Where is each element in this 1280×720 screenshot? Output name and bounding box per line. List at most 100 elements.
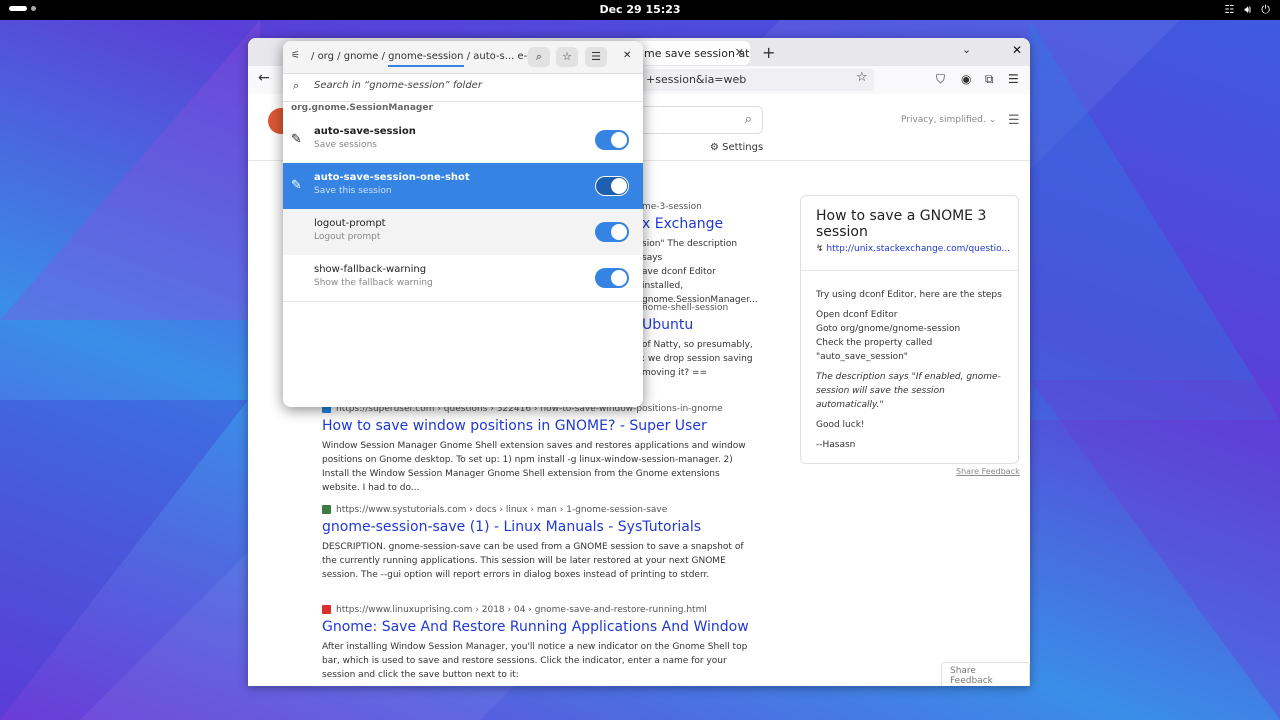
key-toggle[interactable] — [595, 222, 629, 242]
answer-panel: How to save a GNOME 3 session ↯ http://u… — [800, 195, 1019, 464]
key-description: Save sessions — [314, 140, 377, 150]
key-description: Save this session — [314, 186, 392, 196]
toggle-knob — [611, 132, 627, 148]
linuxuprising-favicon — [322, 605, 331, 614]
privacy-label: Privacy, simplified. — [901, 115, 986, 125]
search-icon[interactable]: ⌕ — [745, 112, 752, 127]
top-bar: Dec 29 15:23 ☷ 🔊︎ ⏻ — [0, 0, 1280, 20]
key-row[interactable]: ✎ auto-save-session Save sessions — [283, 117, 643, 164]
search-input[interactable]: ⌕ — [638, 106, 763, 134]
settings-icon: ⚙ — [710, 142, 719, 153]
key-row[interactable]: show-fallback-warning Show the fallback … — [283, 255, 643, 302]
window-close-icon[interactable]: ✕ — [1012, 43, 1022, 57]
answer-title: How to save a GNOME 3 session — [816, 208, 987, 240]
search-icon: ⌕ — [293, 79, 300, 92]
answer-step: Check the property called — [816, 338, 933, 348]
key-name: auto-save-session — [314, 126, 416, 137]
breadcrumb: / org / gnome / gnome-session / auto-s..… — [311, 51, 549, 67]
key-description: Logout prompt — [314, 232, 381, 242]
search-result: https://superuser.com › questions › 3224… — [322, 404, 754, 495]
answer-body: Try using dconf Editor, here are the ste… — [816, 288, 1006, 458]
clock[interactable]: Dec 29 15:23 — [0, 3, 1280, 16]
result-snippet: DESCRIPTION. gnome-session-save can be u… — [322, 542, 744, 580]
toggle-knob — [611, 270, 627, 286]
key-row-selected[interactable]: ✎ auto-save-session-one-shot Save this s… — [283, 163, 643, 210]
power-icon: ⏻ — [1261, 3, 1270, 16]
path-segment-org[interactable]: org — [318, 51, 334, 62]
account-icon[interactable]: ◉ — [961, 72, 971, 86]
dconf-editor-window: ⚟ / org / gnome / gnome-session / auto-s… — [283, 41, 643, 407]
result-title[interactable]: Gnome: Save And Restore Running Applicat… — [322, 619, 754, 635]
result-url[interactable]: https://www.systutorials.com › docs › li… — [336, 505, 667, 515]
answer-step: Open dconf Editor — [816, 310, 898, 320]
new-tab-icon[interactable]: + — [762, 43, 775, 62]
extensions-icon[interactable]: ⧉ — [985, 72, 994, 87]
path-segment-gnome-session[interactable]: gnome-session — [388, 51, 464, 67]
url-text: +session&ia=web — [646, 73, 747, 86]
close-icon[interactable]: ✕ — [623, 50, 631, 61]
answer-text: Try using dconf Editor, here are the ste… — [816, 290, 1002, 300]
menu-icon[interactable]: ☰ — [585, 47, 607, 67]
result-title[interactable]: gnome-session-save (1) - Linux Manuals -… — [322, 519, 754, 535]
schema-label: org.gnome.SessionManager — [291, 103, 433, 113]
path-separator: / — [381, 51, 385, 62]
menu-icon[interactable]: ☰ — [1008, 113, 1020, 128]
answer-quote: The description says "If enabled, gnome-… — [816, 372, 1001, 410]
path-segment-gnome[interactable]: gnome — [344, 51, 379, 62]
system-tray[interactable]: ☷ 🔊︎ ⏻ — [1224, 3, 1270, 17]
result-snippet-line: sion" The description says — [642, 239, 738, 263]
answer-author: --Hasasn — [816, 440, 856, 450]
folder-search[interactable]: ⌕ Search in “gnome-session” folder — [283, 73, 643, 102]
search-result: https://www.systutorials.com › docs › li… — [322, 505, 754, 582]
key-toggle[interactable] — [595, 268, 629, 288]
key-name: auto-save-session-one-shot — [314, 172, 470, 183]
chevron-down-icon[interactable]: ⌄ — [962, 43, 971, 56]
bookmark-star-icon[interactable]: ☆ — [856, 70, 868, 85]
toggle-knob — [611, 224, 627, 240]
divider — [801, 270, 1018, 271]
answer-step: "auto_save_session" — [816, 352, 908, 362]
pocket-icon[interactable]: ⛉ — [936, 72, 945, 87]
path-segment-truncated[interactable]: auto-s... — [473, 51, 514, 62]
answer-text: Good luck! — [816, 420, 865, 430]
settings-link[interactable]: ⚙ Settings — [710, 142, 763, 153]
key-name: logout-prompt — [314, 218, 386, 229]
privacy-dropdown[interactable]: Privacy, simplified. ⌄ — [901, 115, 996, 125]
share-feedback-button[interactable]: Share Feedback — [941, 662, 1030, 686]
network-icon: ☷ — [1224, 3, 1235, 16]
settings-label: Settings — [722, 142, 764, 153]
tab-search[interactable]: me save session at Du ✕ — [634, 41, 750, 65]
toggle-knob — [611, 178, 627, 194]
back-arrow-icon[interactable]: ← — [258, 70, 270, 86]
result-url[interactable]: https://www.linuxuprising.com › 2018 › 0… — [336, 605, 707, 615]
result-snippet-line: of Natty, so presumably, — [642, 340, 753, 350]
stackexchange-icon: ↯ — [816, 244, 824, 254]
key-description: Show the fallback warning — [314, 278, 433, 288]
key-name: show-fallback-warning — [314, 264, 427, 275]
result-snippet: After installing Window Session Manager,… — [322, 642, 748, 680]
search-icon[interactable]: ⌕ — [528, 47, 550, 67]
path-separator: / — [337, 51, 341, 62]
result-snippet-line: : we drop session saving — [642, 354, 753, 364]
key-toggle[interactable] — [595, 176, 629, 196]
answer-source-link[interactable]: ↯ http://unix.stackexchange.com/questio.… — [816, 244, 1010, 254]
pencil-icon: ✎ — [291, 178, 302, 193]
bookmark-star-icon[interactable]: ☆ — [556, 47, 578, 67]
url-bar[interactable]: +session&ia=web — [638, 69, 874, 91]
search-placeholder: Search in “gnome-session” folder — [314, 80, 482, 91]
pencil-icon: ✎ — [291, 132, 302, 147]
volume-icon: 🔊︎ — [1244, 3, 1252, 16]
close-tab-icon[interactable]: ✕ — [735, 46, 744, 59]
header-bar: ⚟ / org / gnome / gnome-session / auto-s… — [283, 41, 643, 74]
panel-feedback-link[interactable]: Share Feedback — [956, 467, 1020, 476]
result-snippet-line: ave dconf Editor installed, — [642, 267, 716, 291]
hamburger-menu-icon[interactable]: ☰ — [1008, 72, 1019, 86]
key-row[interactable]: logout-prompt Logout prompt — [283, 209, 643, 256]
path-root[interactable]: / — [311, 51, 314, 62]
result-title[interactable]: How to save window positions in GNOME? -… — [322, 418, 754, 434]
tune-icon[interactable]: ⚟ — [291, 50, 300, 61]
result-snippet-line: moving it? == — [642, 368, 708, 378]
answer-step: Goto org/gnome/gnome-session — [816, 324, 961, 334]
result-snippet: Window Session Manager Gnome Shell exten… — [322, 441, 746, 493]
key-toggle[interactable] — [595, 130, 629, 150]
